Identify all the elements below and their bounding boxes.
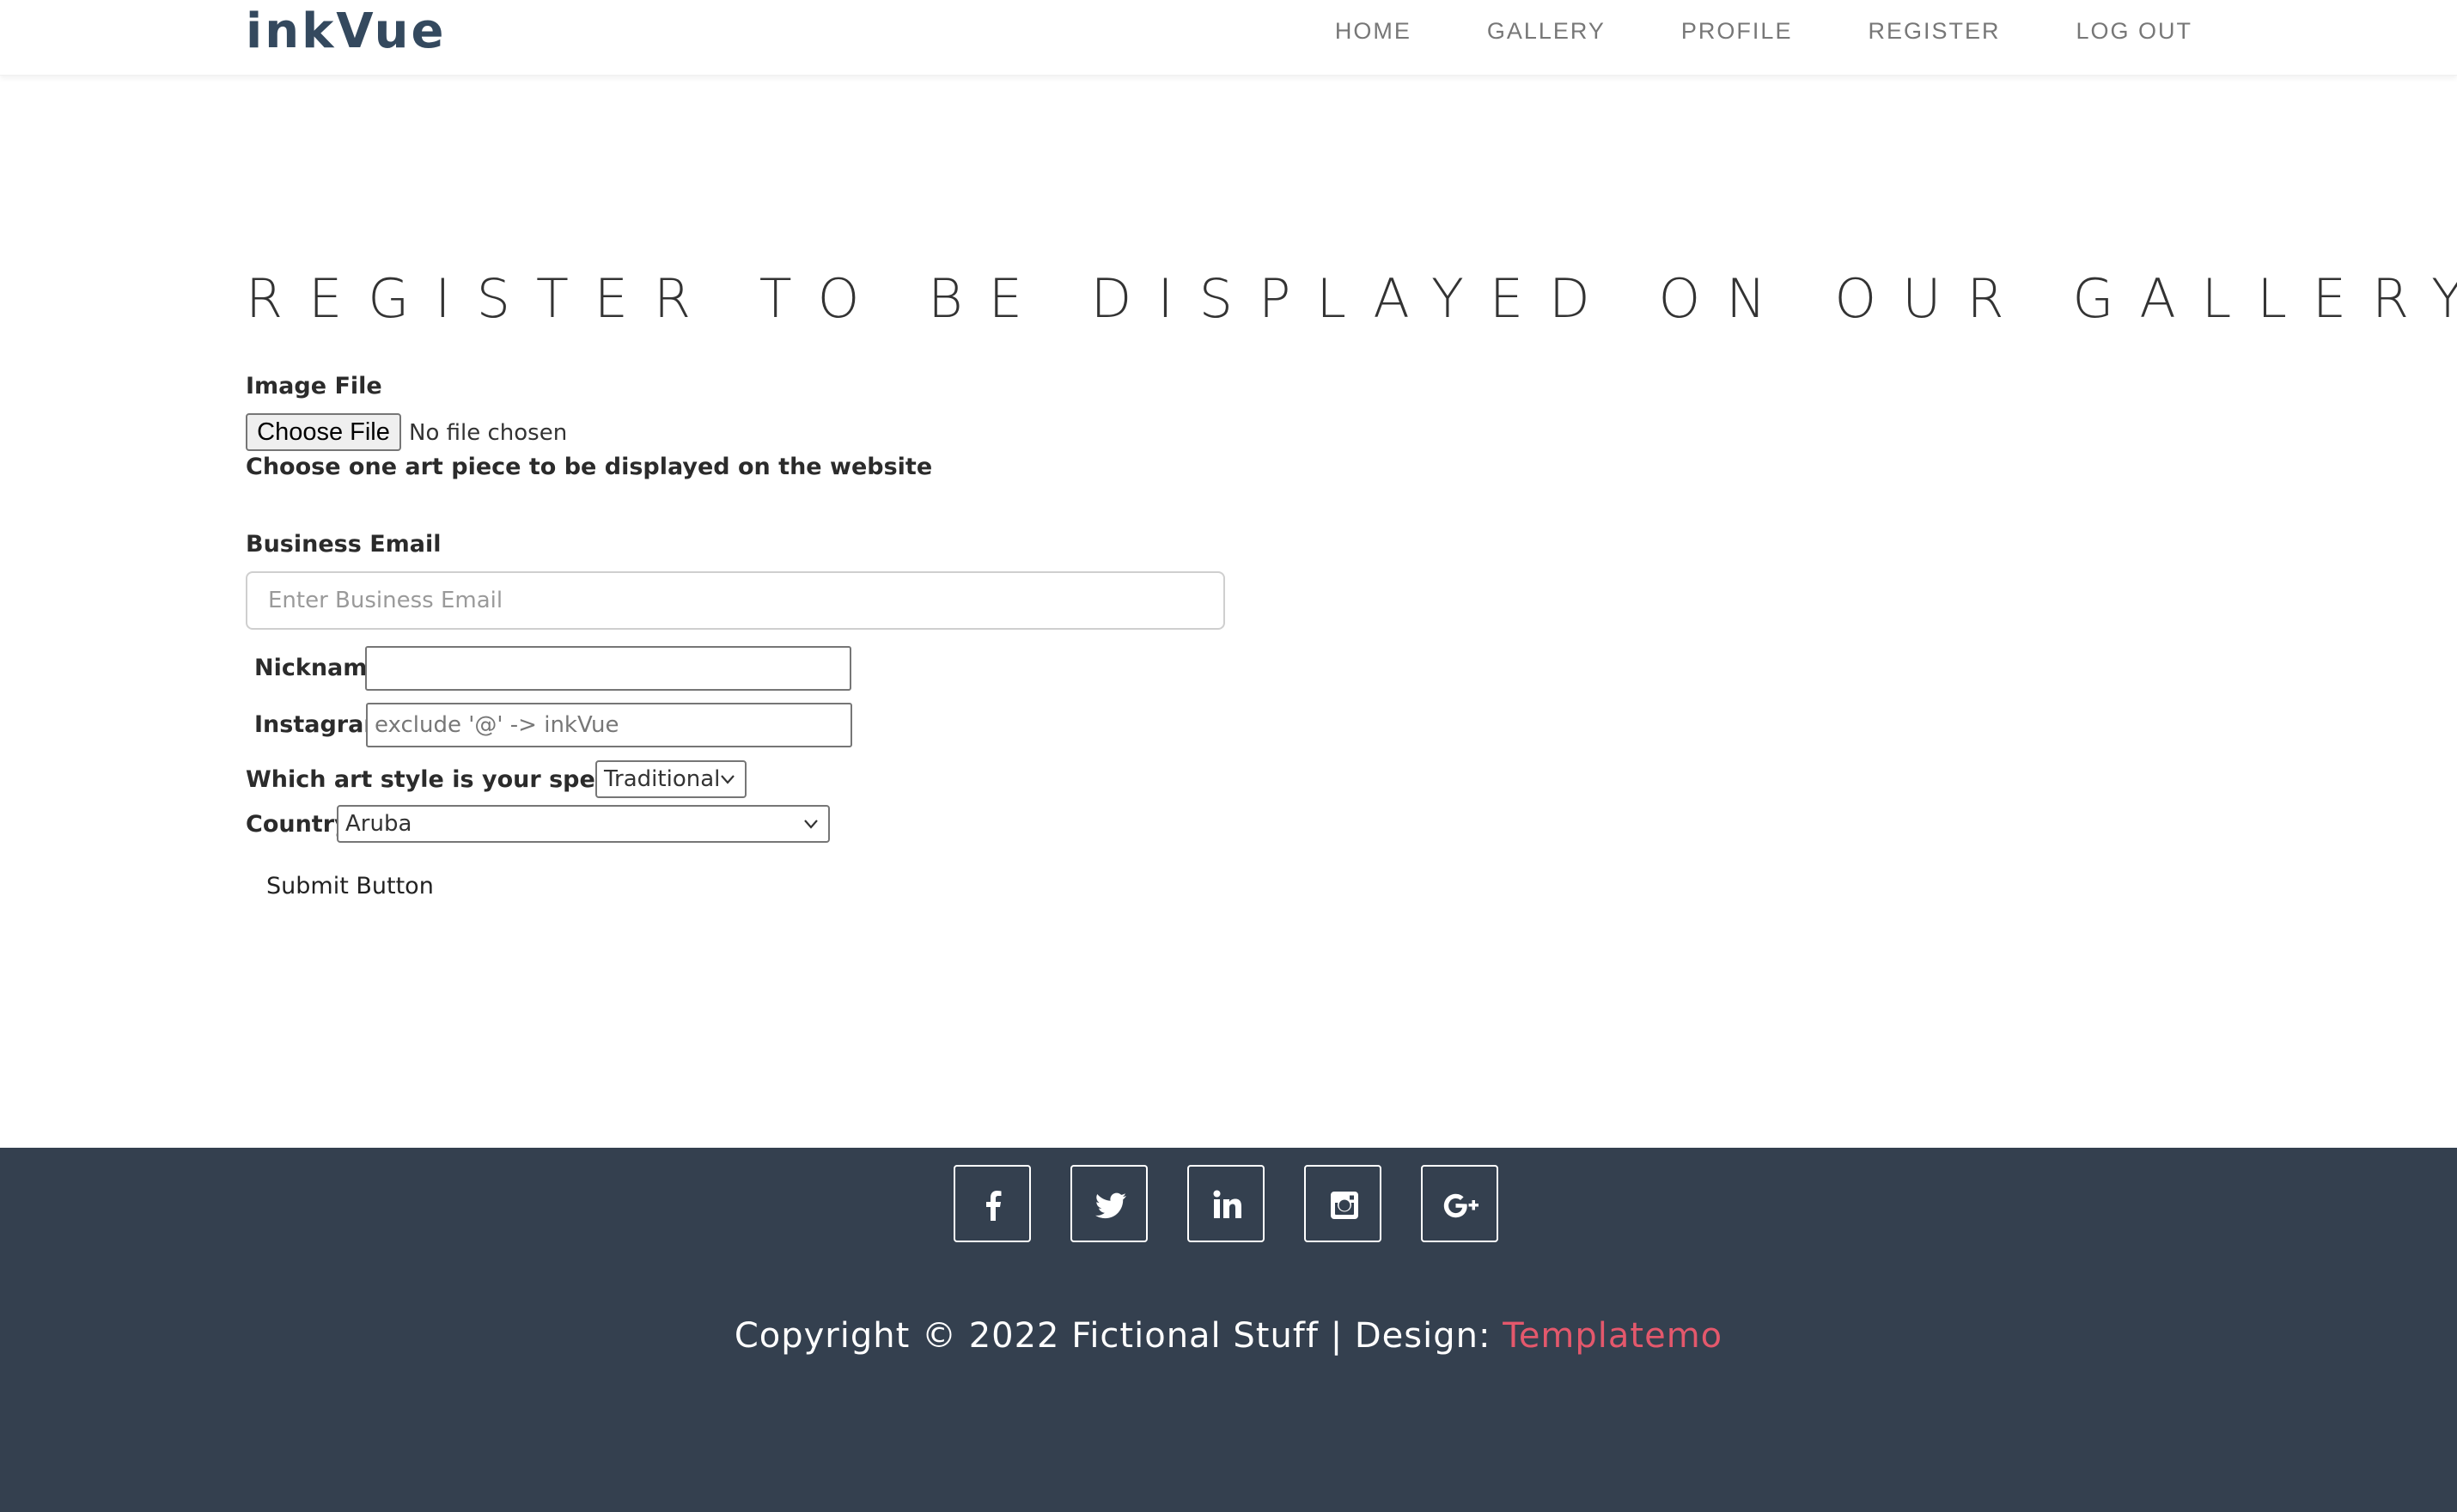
nav-register-link[interactable]: REGISTER [1830,0,2038,62]
instagram-icon [1331,1192,1358,1219]
page-title: REGISTER TO BE DISPLAYED ON OUR GALLERY [246,267,2457,330]
nav-home-link[interactable]: HOME [1297,0,1449,62]
twitter-icon [1095,1192,1126,1219]
footer: Copyright © 2022 Fictional Stuff | Desig… [0,1148,2457,1512]
chevron-down-icon [804,820,818,829]
main-nav: HOME GALLERY PROFILE REGISTER LOG OUT [1297,0,2192,62]
copyright-label: Copyright © 2022 Fictional Stuff | Desig… [734,1316,1503,1356]
choose-file-button[interactable]: Choose File [246,413,401,451]
linkedin-icon [1213,1190,1241,1218]
nickname-input[interactable] [365,646,851,691]
google-plus-link[interactable] [1421,1165,1498,1242]
country-select[interactable]: Aruba [337,805,830,843]
business-email-label: Business Email [246,531,442,558]
site-logo[interactable]: inkVue [246,2,447,62]
chevron-down-icon [721,775,735,784]
nav-logout-link[interactable]: LOG OUT [2038,0,2192,62]
country-label: Country [246,811,350,838]
image-file-label: Image File [246,373,382,399]
instagram-link[interactable] [1304,1165,1381,1242]
facebook-link[interactable] [954,1165,1031,1242]
art-style-select[interactable]: Traditional [595,760,747,798]
instagram-input[interactable] [366,703,852,747]
social-links [954,1165,1498,1242]
nickname-label: Nickname [254,655,383,681]
google-plus-icon [1443,1193,1478,1218]
image-file-help-text: Choose one art piece to be displayed on … [246,454,933,480]
twitter-link[interactable] [1070,1165,1148,1242]
submit-button[interactable]: Submit Button [246,863,454,911]
country-selected-value: Aruba [345,811,412,837]
business-email-input[interactable] [246,571,1225,630]
copyright-text: Copyright © 2022 Fictional Stuff | Desig… [0,1316,2457,1356]
top-navbar: inkVue HOME GALLERY PROFILE REGISTER LOG… [0,0,2457,76]
art-style-selected-value: Traditional [604,766,721,792]
nav-gallery-link[interactable]: GALLERY [1449,0,1643,62]
templatemo-link[interactable]: Templatemo [1503,1316,1722,1356]
facebook-icon [986,1191,1002,1221]
file-status-text: No file chosen [409,420,568,446]
linkedin-link[interactable] [1187,1165,1265,1242]
nav-profile-link[interactable]: PROFILE [1643,0,1831,62]
